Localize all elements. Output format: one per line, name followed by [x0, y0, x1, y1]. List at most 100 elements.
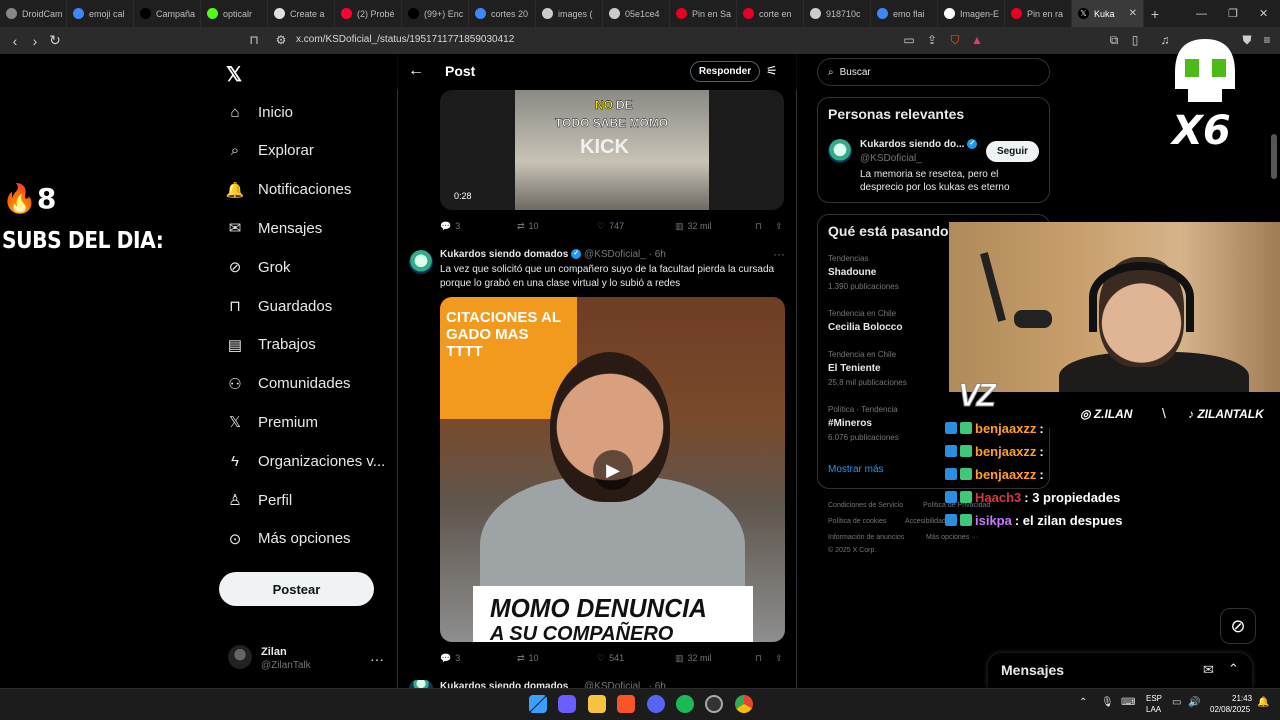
- post-button[interactable]: Postear: [219, 572, 374, 606]
- nav-item-guardados[interactable]: ⊓ Guardados: [226, 291, 332, 321]
- account-name[interactable]: Zilan: [261, 646, 287, 658]
- filter-icon[interactable]: ⚟: [766, 63, 778, 79]
- scrollbar[interactable]: [1271, 134, 1277, 179]
- cast-icon[interactable]: ▭: [902, 33, 916, 47]
- trend-name[interactable]: Cecilia Bolocco: [828, 322, 902, 333]
- new-tab-button[interactable]: +: [1144, 6, 1166, 22]
- relevant-user-name[interactable]: Kukardos siendo do... ✓: [860, 139, 978, 150]
- microphone-icon[interactable]: 🎙: [1101, 697, 1114, 708]
- share-button[interactable]: ⇪: [775, 653, 783, 664]
- avatar[interactable]: [228, 645, 252, 669]
- tray-chevron-up-icon[interactable]: ⌃: [1079, 697, 1087, 708]
- chevron-up-icon[interactable]: ⌃: [1228, 661, 1239, 677]
- address-bar-url[interactable]: x.com/KSDoficial_/status/195171177185903…: [296, 34, 514, 45]
- browser-tab[interactable]: corte en: [737, 0, 804, 27]
- reply-button[interactable]: 💬 3: [440, 653, 517, 664]
- nav-item-comunidades[interactable]: ⚇ Comunidades: [226, 369, 350, 399]
- browser-tab[interactable]: (99+) Enc: [402, 0, 469, 27]
- avatar[interactable]: [828, 139, 852, 163]
- account-handle[interactable]: @ZilanTalk: [261, 660, 311, 671]
- footer-link[interactable]: Condiciones de Servicio: [828, 502, 903, 509]
- obs-icon[interactable]: [705, 695, 723, 713]
- like-button[interactable]: ♡ 541: [597, 653, 675, 664]
- grok-button[interactable]: ⊘: [1220, 608, 1256, 644]
- video-player[interactable]: NO DE TODO SABE MOMO KICK 0:28: [440, 90, 784, 210]
- back-icon[interactable]: ‹: [5, 33, 25, 49]
- trend-name[interactable]: El Teniente: [828, 363, 881, 374]
- window-close-button[interactable]: ✕: [1259, 0, 1268, 27]
- repost-button[interactable]: ⇄ 10: [517, 221, 597, 232]
- windows-start-icon[interactable]: [529, 695, 547, 713]
- language-indicator[interactable]: ESP: [1146, 694, 1162, 703]
- trend-name[interactable]: #Mineros: [828, 418, 872, 429]
- search-box[interactable]: ⌕: [817, 58, 1050, 86]
- like-button[interactable]: ♡ 747: [597, 221, 675, 232]
- network-icon[interactable]: ▭: [1172, 697, 1181, 708]
- browser-tab[interactable]: Create a: [268, 0, 335, 27]
- nav-item-grok[interactable]: ⊘ Grok: [226, 252, 291, 282]
- bookmark-button[interactable]: ⊓: [755, 221, 775, 232]
- sidebar-icon[interactable]: ▯: [1128, 33, 1142, 47]
- browser-tab[interactable]: DroidCam: [0, 0, 67, 27]
- footer-link[interactable]: Accesibilidad: [905, 518, 946, 525]
- browser-tab[interactable]: opticalr: [201, 0, 268, 27]
- repost-button[interactable]: ⇄ 10: [517, 653, 597, 664]
- relevant-user-handle[interactable]: @KSDoficial_: [860, 153, 922, 164]
- show-more-link[interactable]: Mostrar más: [828, 464, 884, 475]
- clock-date[interactable]: 02/08/2025: [1210, 705, 1250, 714]
- nav-item-notificaciones[interactable]: 🔔 Notificaciones: [226, 175, 352, 205]
- nav-item-inicio[interactable]: ⌂ Inicio: [226, 97, 293, 127]
- new-message-icon[interactable]: ✉: [1203, 662, 1214, 678]
- browser-tab[interactable]: 918710c: [804, 0, 871, 27]
- meet-icon[interactable]: [558, 695, 576, 713]
- browser-tab[interactable]: cortes 20: [469, 0, 536, 27]
- brave-shield-icon[interactable]: ⛉: [948, 33, 962, 47]
- notification-bell-icon[interactable]: 🔔: [1257, 697, 1269, 708]
- share-icon[interactable]: ⇪: [925, 33, 939, 47]
- chrome-icon[interactable]: [735, 695, 753, 713]
- nav-item-premium[interactable]: 𝕏 Premium: [226, 407, 318, 437]
- back-arrow-icon[interactable]: ←: [408, 62, 424, 80]
- nav-item-más-opciones[interactable]: ⊙ Más opciones: [226, 524, 351, 554]
- tweet-more-icon[interactable]: ···: [773, 247, 785, 261]
- play-icon[interactable]: ▶: [593, 450, 633, 490]
- tweet-author-name[interactable]: Kukardos siendo domados ✓: [440, 249, 582, 260]
- browser-tab[interactable]: (2) Probé: [335, 0, 402, 27]
- language-indicator[interactable]: LAA: [1146, 705, 1161, 714]
- browser-tab[interactable]: emo flai: [871, 0, 938, 27]
- browser-tab[interactable]: emoji cal: [67, 0, 134, 27]
- x-logo-icon[interactable]: 𝕏: [226, 62, 242, 87]
- nav-item-organizaciones-v[interactable]: ϟ Organizaciones v...: [226, 446, 385, 476]
- browser-tab[interactable]: Pin en Sa: [670, 0, 737, 27]
- search-input[interactable]: [839, 66, 1030, 78]
- follow-button[interactable]: Seguir: [986, 141, 1039, 162]
- clock-time[interactable]: 21:43: [1232, 694, 1252, 703]
- account-more-icon[interactable]: ···: [370, 651, 384, 667]
- reply-button[interactable]: Responder: [690, 61, 760, 82]
- nav-item-perfil[interactable]: ♙ Perfil: [226, 485, 292, 515]
- nav-item-trabajos[interactable]: ▤ Trabajos: [226, 330, 316, 360]
- views-button[interactable]: ▥ 32 mil: [675, 653, 755, 664]
- bookmark-page-icon[interactable]: ⊓: [247, 33, 261, 47]
- browser-tab[interactable]: 05e1ce4: [603, 0, 670, 27]
- spotify-icon[interactable]: [676, 695, 694, 713]
- trend-name[interactable]: Shadoune: [828, 267, 876, 278]
- nav-item-explorar[interactable]: ⌕ Explorar: [226, 136, 314, 166]
- window-maximize-button[interactable]: ❐: [1228, 0, 1238, 27]
- discord-icon[interactable]: [647, 695, 665, 713]
- footer-link[interactable]: Política de cookies: [828, 518, 886, 525]
- nav-item-mensajes[interactable]: ✉ Mensajes: [226, 213, 323, 243]
- share-button[interactable]: ⇪: [775, 221, 783, 232]
- keyboard-icon[interactable]: ⌨: [1121, 697, 1135, 708]
- window-minimize-button[interactable]: —: [1196, 0, 1207, 27]
- video-player[interactable]: CITACIONES AL GADO MAS TTTT ▶ MOMO DENUN…: [440, 297, 785, 642]
- site-settings-icon[interactable]: ⚙: [274, 33, 288, 47]
- brave-icon[interactable]: [617, 695, 635, 713]
- forward-icon[interactable]: ›: [25, 33, 45, 49]
- browser-tab[interactable]: Imagen-E: [938, 0, 1005, 27]
- tweet-author-handle[interactable]: @KSDoficial_ · 6h: [584, 249, 666, 260]
- menu-icon[interactable]: ≡: [1260, 33, 1274, 47]
- browser-tab[interactable]: Pin en ra: [1005, 0, 1072, 27]
- close-icon[interactable]: ✕: [1129, 8, 1137, 19]
- reload-icon[interactable]: ↻: [45, 32, 65, 49]
